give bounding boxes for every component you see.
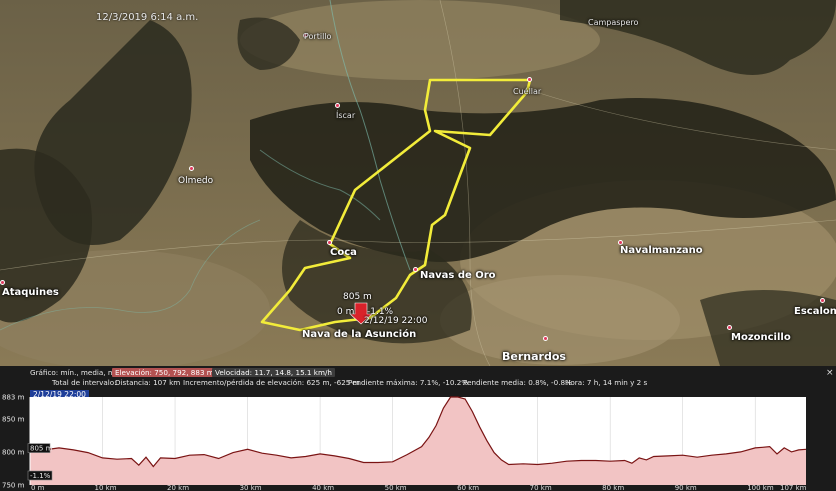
time-stat: Hora: 7 h, 14 min y 2 s <box>565 378 648 387</box>
track-elevation-label: 805 m <box>343 292 372 302</box>
y-tick-label: 750 m <box>2 482 25 490</box>
elevation-chart[interactable]: 883 m 850 m 800 m 750 m 805 m -1.1% 0 m 10 km 2… <box>0 391 836 491</box>
y-tick-label: 883 m <box>2 394 25 402</box>
place-label-escalona[interactable]: Escalona <box>794 306 836 317</box>
x-tick-label: 70 km <box>530 484 552 491</box>
place-label-campaspero[interactable]: Campaspero <box>588 18 638 27</box>
place-dot-iscar <box>335 103 340 108</box>
satellite-terrain <box>0 0 836 366</box>
elevation-stat[interactable]: Elevación: 750, 792, 883 m <box>112 368 217 377</box>
place-label-nava[interactable]: Nava de la Asunción <box>302 329 416 340</box>
x-tick-label: 80 km <box>602 484 624 491</box>
place-dot-navas <box>413 267 418 272</box>
google-earth-window: 12/3/2019 6:14 a.m. Campaspero Portillo … <box>0 0 836 491</box>
place-label-bernardos[interactable]: Bernardos <box>502 350 566 363</box>
place-label-portillo[interactable]: Portillo <box>304 32 331 41</box>
track-time-label: 2/12/19 22:00 <box>364 316 428 326</box>
x-tick-label: 90 km <box>675 484 697 491</box>
speed-stat[interactable]: Velocidad: 11.7, 14.8, 15.1 km/h <box>212 368 335 377</box>
place-dot-ataquines <box>0 280 5 285</box>
track-distance-label: 0 m <box>337 307 355 317</box>
x-tick-label: 100 km <box>747 484 774 491</box>
avg-slope-stat: Pendiente media: 0.8%, -0.8% <box>463 378 572 387</box>
cursor-elevation-label: 805 m <box>30 445 53 453</box>
place-label-navalmanzano[interactable]: Navalmanzano <box>620 245 703 256</box>
elevation-profile-panel: × Gráfico: mín., media, máx. Elevación: … <box>0 366 836 491</box>
place-label-coca[interactable]: Coca <box>330 247 357 258</box>
place-dot-mozoncillo <box>727 325 732 330</box>
y-tick-label: 850 m <box>2 415 25 423</box>
elevation-gain-stat: Incremento/pérdida de elevación: 625 m, … <box>183 378 360 387</box>
place-label-olmedo[interactable]: Olmedo <box>178 176 213 186</box>
place-dot-olmedo <box>189 166 194 171</box>
max-slope-stat: Pendiente máxima: 7.1%, -10.2% <box>348 378 469 387</box>
satellite-map[interactable]: 12/3/2019 6:14 a.m. Campaspero Portillo … <box>0 0 836 366</box>
date-stamp: 12/3/2019 6:14 a.m. <box>96 12 199 23</box>
x-tick-label: 107 km <box>780 484 807 491</box>
place-label-cuellar[interactable]: Cuéllar <box>513 87 541 96</box>
stats-row-interval: Total de intervalo: Distancia: 107 km In… <box>0 377 836 388</box>
place-label-navas[interactable]: Navas de Oro <box>420 270 496 281</box>
x-tick-label: 0 m <box>31 484 45 491</box>
x-tick-label: 60 km <box>457 484 479 491</box>
place-label-iscar[interactable]: Íscar <box>336 111 355 120</box>
x-tick-label: 10 km <box>95 484 117 491</box>
x-tick-label: 40 km <box>312 484 334 491</box>
x-tick-label: 30 km <box>240 484 262 491</box>
place-label-mozoncillo[interactable]: Mozoncillo <box>731 332 791 343</box>
x-tick-label: 20 km <box>167 484 189 491</box>
y-tick-label: 800 m <box>2 448 25 456</box>
distance-stat: Distancia: 107 km <box>115 378 181 387</box>
place-label-ataquines[interactable]: Ataquines <box>2 287 59 298</box>
place-dot-coca <box>327 240 332 245</box>
x-tick-label: 50 km <box>385 484 407 491</box>
interval-label: Total de intervalo: <box>52 378 117 387</box>
place-dot-escalona <box>820 298 825 303</box>
cursor-slope-label: -1.1% <box>30 472 51 480</box>
place-dot-cuellar <box>527 77 532 82</box>
place-dot-bernardos <box>543 336 548 341</box>
